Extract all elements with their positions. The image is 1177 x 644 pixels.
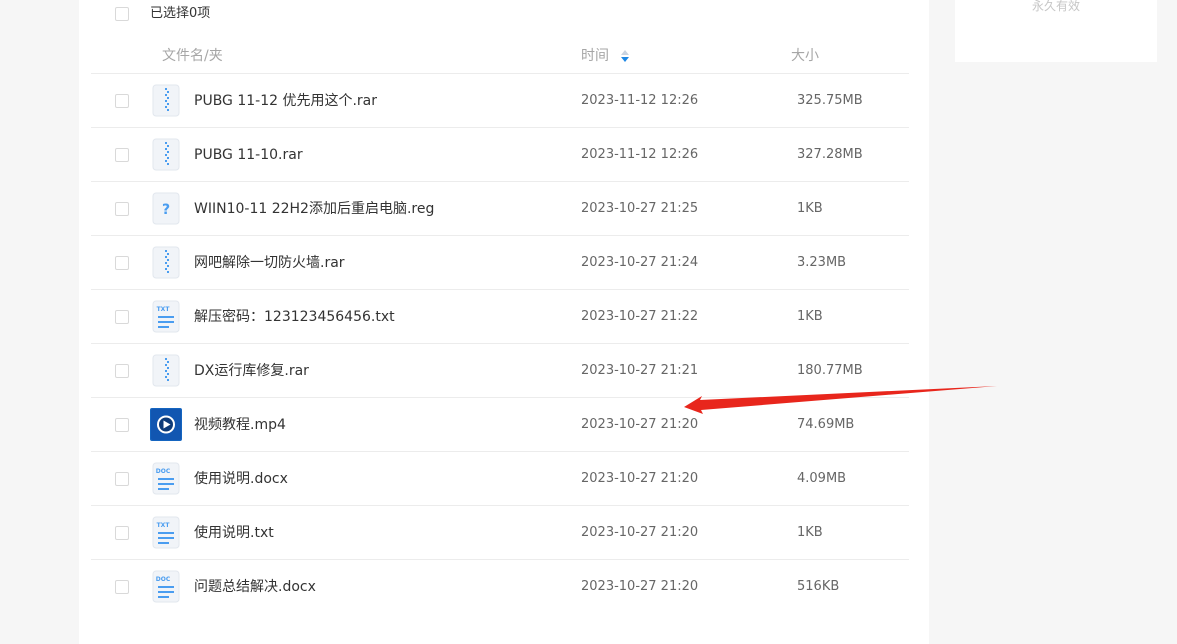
- row-checkbox[interactable]: [115, 94, 129, 108]
- file-size: 1KB: [797, 309, 823, 324]
- file-time: 2023-10-27 21:20: [581, 525, 699, 540]
- file-size: 1KB: [797, 201, 823, 216]
- row-checkbox[interactable]: [115, 256, 129, 270]
- row-checkbox[interactable]: [115, 580, 129, 594]
- file-name-link[interactable]: DX运行库修复.rar: [194, 361, 309, 381]
- row-checkbox[interactable]: [115, 202, 129, 216]
- zip-icon: [152, 246, 180, 279]
- select-all-checkbox[interactable]: [115, 7, 129, 21]
- zip-icon: [152, 138, 180, 171]
- file-name-link[interactable]: 问题总结解决.docx: [194, 577, 316, 597]
- file-name-link[interactable]: 使用说明.txt: [194, 523, 274, 543]
- file-row[interactable]: DX运行库修复.rar 2023-10-27 21:21 180.77MB: [91, 344, 909, 398]
- row-checkbox[interactable]: [115, 418, 129, 432]
- file-size: 180.77MB: [797, 363, 863, 378]
- row-checkbox[interactable]: [115, 310, 129, 324]
- file-row[interactable]: PUBG 11-12 优先用这个.rar 2023-11-12 12:26 32…: [91, 74, 909, 128]
- file-name-link[interactable]: 解压密码：123123456456.txt: [194, 307, 395, 327]
- unknown-file-icon: ?: [152, 192, 180, 225]
- doc-icon-label: DOC: [156, 468, 171, 475]
- file-time: 2023-10-27 21:20: [581, 417, 699, 432]
- file-row[interactable]: DOC 问题总结解决.docx 2023-10-27 21:20 516KB: [91, 560, 909, 613]
- file-row[interactable]: 视频教程.mp4 2023-10-27 21:20 74.69MB: [91, 398, 909, 452]
- row-checkbox[interactable]: [115, 526, 129, 540]
- sort-icon[interactable]: [620, 49, 630, 63]
- file-time: 2023-10-27 21:21: [581, 363, 699, 378]
- selected-count-label: 已选择0项: [150, 6, 211, 21]
- file-row[interactable]: PUBG 11-10.rar 2023-11-12 12:26 327.28MB: [91, 128, 909, 182]
- column-header-size[interactable]: 大小: [791, 47, 819, 65]
- txt-icon: TXT: [152, 300, 180, 333]
- doc-icon: DOC: [152, 570, 180, 603]
- file-time: 2023-10-27 21:25: [581, 201, 699, 216]
- file-row[interactable]: DOC 使用说明.docx 2023-10-27 21:20 4.09MB: [91, 452, 909, 506]
- file-table: PUBG 11-12 优先用这个.rar 2023-11-12 12:26 32…: [91, 73, 909, 613]
- file-time: 2023-10-27 21:20: [581, 579, 699, 594]
- file-size: 1KB: [797, 525, 823, 540]
- txt-icon-label: TXT: [157, 306, 171, 313]
- unknown-icon-glyph: ?: [162, 202, 170, 218]
- validity-label: 永久有效: [1031, 0, 1080, 13]
- file-time: 2023-11-12 12:26: [581, 147, 699, 162]
- file-name-link[interactable]: PUBG 11-12 优先用这个.rar: [194, 91, 377, 111]
- file-row[interactable]: TXT 解压密码：123123456456.txt 2023-10-27 21:…: [91, 290, 909, 344]
- column-header-name[interactable]: 文件名/夹: [162, 47, 223, 65]
- file-row[interactable]: TXT 使用说明.txt 2023-10-27 21:20 1KB: [91, 506, 909, 560]
- txt-icon: TXT: [152, 516, 180, 549]
- file-row[interactable]: 网吧解除一切防火墙.rar 2023-10-27 21:24 3.23MB: [91, 236, 909, 290]
- file-size: 325.75MB: [797, 93, 863, 108]
- file-name-link[interactable]: 使用说明.docx: [194, 469, 288, 489]
- doc-icon: DOC: [152, 462, 180, 495]
- row-checkbox[interactable]: [115, 148, 129, 162]
- file-row[interactable]: ? WIIN10-11 22H2添加后重启电脑.reg 2023-10-27 2…: [91, 182, 909, 236]
- file-name-link[interactable]: 网吧解除一切防火墙.rar: [194, 253, 345, 273]
- file-name-link[interactable]: WIIN10-11 22H2添加后重启电脑.reg: [194, 199, 434, 219]
- column-header-time[interactable]: 时间: [581, 47, 609, 65]
- file-size: 3.23MB: [797, 255, 847, 270]
- file-size: 327.28MB: [797, 147, 863, 162]
- file-size: 516KB: [797, 579, 840, 594]
- file-time: 2023-10-27 21:22: [581, 309, 699, 324]
- row-checkbox[interactable]: [115, 364, 129, 378]
- file-size: 74.69MB: [797, 417, 855, 432]
- file-name-link[interactable]: 视频教程.mp4: [194, 415, 286, 435]
- row-checkbox[interactable]: [115, 472, 129, 486]
- file-time: 2023-10-27 21:24: [581, 255, 699, 270]
- file-name-link[interactable]: PUBG 11-10.rar: [194, 145, 303, 165]
- doc-icon-label: DOC: [156, 576, 171, 583]
- share-info-card: 永久有效: [955, 0, 1157, 62]
- file-time: 2023-11-12 12:26: [581, 93, 699, 108]
- zip-icon: [152, 84, 180, 117]
- txt-icon-label: TXT: [157, 522, 171, 529]
- zip-icon: [152, 354, 180, 387]
- video-icon: [150, 408, 182, 441]
- file-time: 2023-10-27 21:20: [581, 471, 699, 486]
- file-size: 4.09MB: [797, 471, 847, 486]
